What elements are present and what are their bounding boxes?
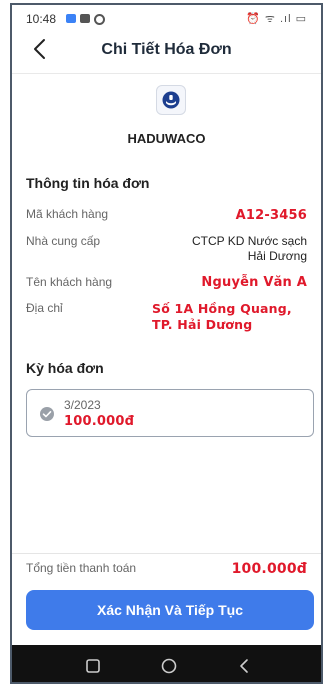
total-value: 100.000đ <box>231 561 307 577</box>
confirm-continue-button[interactable]: Xác Nhận Và Tiếp Tục <box>26 590 314 630</box>
check-circle-icon <box>40 407 54 421</box>
customer-name-label: Tên khách hàng <box>26 275 113 289</box>
billing-period-title: Kỳ hóa đơn <box>26 360 104 376</box>
customer-code-label: Mã khách hàng <box>26 207 109 221</box>
back-arrow-icon <box>240 659 248 673</box>
company-logo-icon <box>156 85 186 115</box>
system-back-button[interactable] <box>236 657 254 675</box>
app-header: Chi Tiết Hóa Đơn <box>12 31 321 71</box>
customer-code-value: A12-3456 <box>235 208 307 223</box>
notification-message-icon <box>80 14 90 23</box>
billing-period-card[interactable]: 3/2023 100.000đ <box>26 389 314 437</box>
status-time: 10:48 <box>26 12 57 26</box>
square-icon <box>86 659 100 673</box>
header-divider <box>12 73 321 74</box>
supplier-label: Nhà cung cấp <box>26 234 101 248</box>
system-nav-bar <box>12 645 321 682</box>
status-bar: 10:48 ⏰ ᯤ .ıl ▭ <box>12 5 321 31</box>
summary-divider <box>12 553 321 554</box>
page-title: Chi Tiết Hóa Đơn <box>101 41 232 58</box>
company-name: HADUWACO <box>127 131 206 146</box>
customer-name-value: Nguyễn Văn A <box>201 275 307 290</box>
invoice-info-title: Thông tin hóa đơn <box>26 175 150 191</box>
supplier-value: CTCP KD Nước sạch Hải Dương <box>191 234 307 263</box>
notification-sync-icon <box>94 14 105 25</box>
system-status-icons: ⏰ ᯤ .ıl ▭ <box>246 13 307 25</box>
notification-app-icon <box>66 14 76 23</box>
period-amount: 100.000đ <box>64 414 135 429</box>
circle-icon <box>161 658 177 674</box>
address-label: Địa chỉ <box>26 301 63 315</box>
home-button[interactable] <box>160 657 178 675</box>
address-value: Số 1A Hồng Quang, TP. Hải Dương <box>152 301 292 332</box>
period-month: 3/2023 <box>64 398 101 412</box>
total-label: Tổng tiền thanh toán <box>26 561 137 575</box>
recent-apps-button[interactable] <box>84 657 102 675</box>
phone-screen: 10:48 ⏰ ᯤ .ıl ▭ Chi Tiết Hóa Đơn HADUWAC… <box>10 3 323 684</box>
